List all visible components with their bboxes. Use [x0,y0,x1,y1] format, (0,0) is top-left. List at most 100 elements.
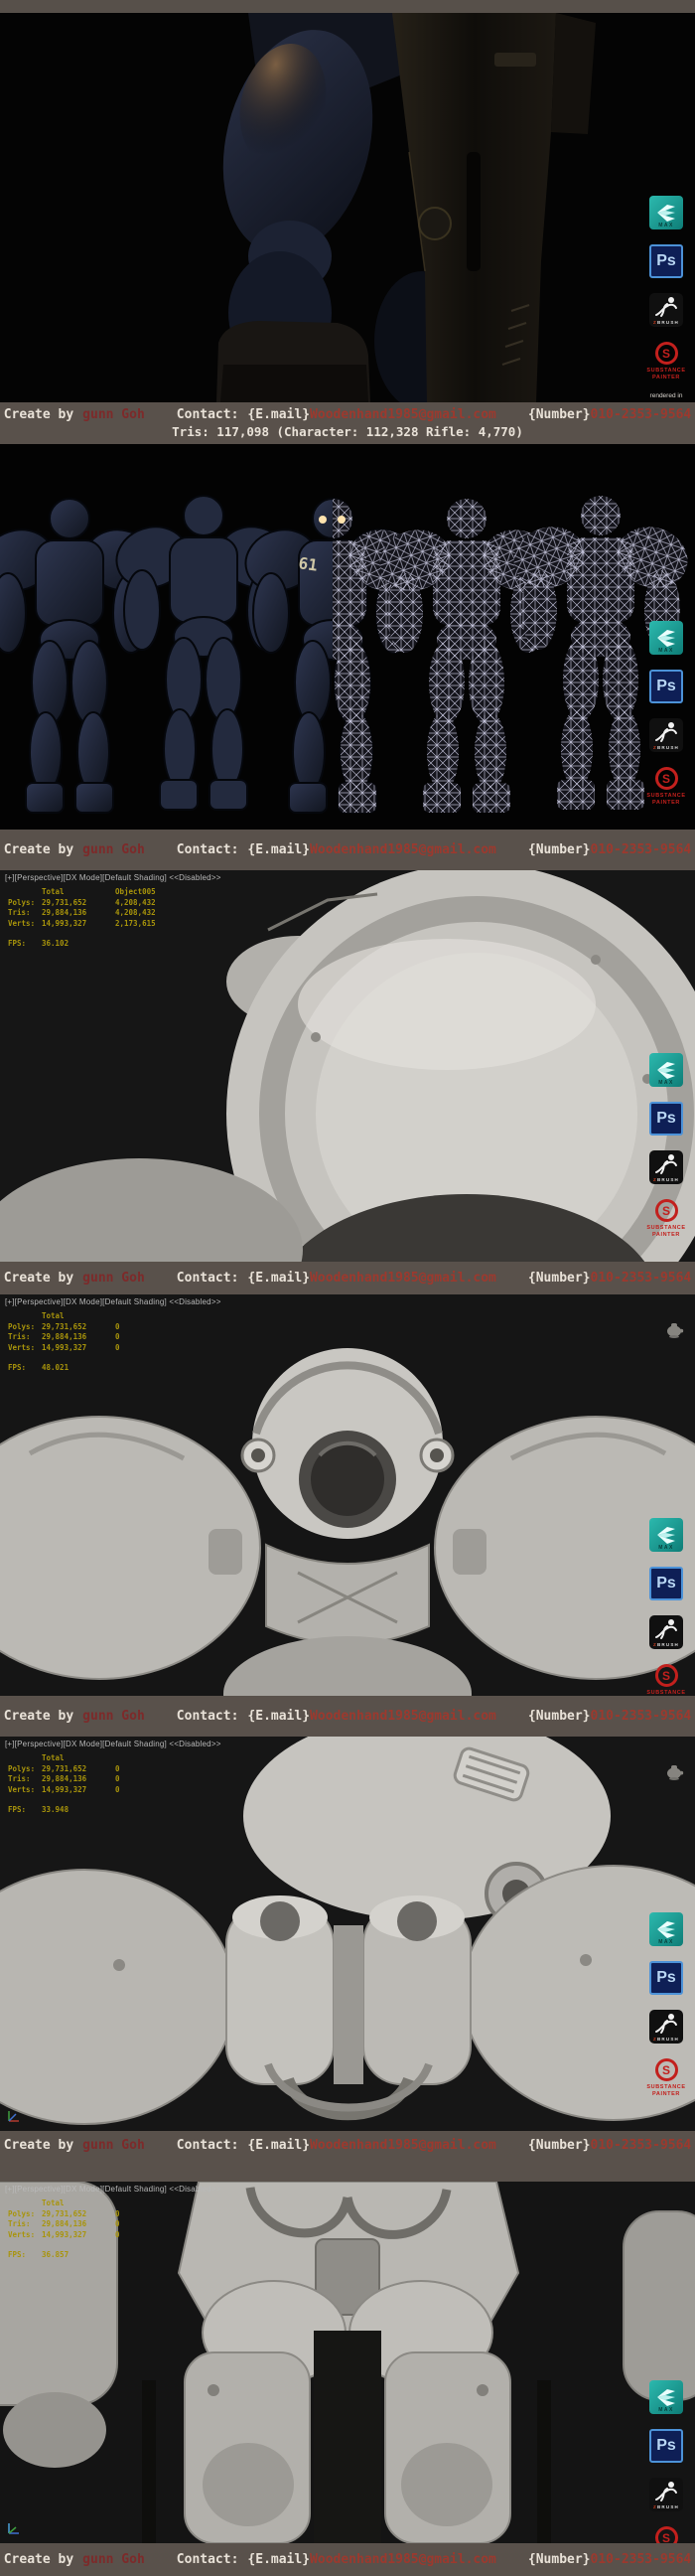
stats-col-total: Total [42,2198,115,2209]
3dsmax-icon: MAX [649,621,683,655]
substance-label: SUBSTANCE PAINTER [646,368,685,381]
substance-s-glyph: S [655,1199,678,1222]
fps-row: FPS: 33.948 [8,1805,120,1816]
number-tag: {Number} [528,2552,591,2568]
axis-gizmo [5,2519,23,2537]
photoshop-label: Ps [656,1110,676,1128]
contact-label: Contact: [177,1709,239,1725]
email-value: Woodenhand1985@gmail.com [310,1271,496,1287]
create-by-label: Create by [4,1271,73,1287]
substance-s-glyph: S [655,2526,678,2543]
substance-label: SUBSTANCE PAINTER [646,1690,685,1696]
credit-line: Create by gunn Goh Contact: {E.mail} Woo… [0,842,695,858]
zbrush-label: ZBRUSH [653,1177,679,1182]
zbrush-icon: ZBRUSH [649,2010,683,2044]
zbrush-figure-glyph [653,1617,679,1641]
zbrush-icon: ZBRUSH [649,1615,683,1649]
email-tag: {E.mail} [247,2138,310,2154]
credit-line: Create by gunn Goh Contact: {E.mail} Woo… [0,2138,695,2154]
email-value: Woodenhand1985@gmail.com [310,1709,496,1725]
zbrush-figure-glyph [653,720,679,744]
chest-number-decal: 61 [297,553,319,574]
marmoset-toolbag-icon: rendered in ☠ MARMOSET TOOLBAG 2 [646,392,686,402]
fps-row: FPS: 48.021 [8,1363,120,1374]
number-value: 010-2353-9564 [591,2552,692,2568]
zbrush-figure-glyph [653,295,679,319]
substance-s-glyph: S [655,342,678,365]
3dsmax-logo-glyph [655,2387,677,2407]
3dsmax-icon: MAX [649,1053,683,1087]
substance-painter-icon: S SUBSTANCE PAINTER [646,1199,685,1239]
contact-label: Contact: [177,407,239,423]
number-tag: {Number} [528,407,591,423]
create-by-label: Create by [4,1709,73,1725]
viewport-stats: Total Polys: 29,731,652 0 Tris: 29,884,1… [8,1753,120,1816]
email-tag: {E.mail} [247,1271,310,1287]
zbrush-icon: ZBRUSH [649,1150,683,1184]
viewport-label: [+][Perspective][DX Mode][Default Shadin… [5,1740,221,1748]
tris-row: Tris: 29,884,136 0 [8,2219,120,2230]
photoshop-icon: Ps [649,244,683,278]
photoshop-label: Ps [656,678,676,695]
polys-row: Polys: 29,731,652 0 [8,1764,120,1775]
3dsmax-label: MAX [649,1939,683,1945]
max-viewport-back-panel: [+][Perspective][DX Mode][Default Shadin… [0,1737,695,2131]
credit-line: Create by gunn Goh Contact: {E.mail} Woo… [0,1709,695,1725]
viewport-label: [+][Perspective][DX Mode][Default Shadin… [5,2185,221,2194]
viewport-stats: Total Polys: 29,731,652 0 Tris: 29,884,1… [8,1311,120,1374]
credit-line: Create by gunn Goh Contact: {E.mail} Woo… [0,1271,695,1287]
photoshop-icon: Ps [649,670,683,703]
3dsmax-label: MAX [649,648,683,654]
3dsmax-logo-glyph [655,628,677,648]
software-icon-column: MAX Ps ZBRUSH S SUBSTANCE PAINTER [644,196,688,402]
fps-row: FPS: 36.102 [8,939,156,950]
photoshop-icon: Ps [649,1567,683,1600]
stats-col-total: Total [42,1311,115,1322]
zbrush-icon: ZBRUSH [649,293,683,327]
substance-s-glyph: S [655,2058,678,2081]
tris-row: Tris: 29,884,136 4,208,432 [8,908,156,919]
zbrush-label: ZBRUSH [653,745,679,750]
photoshop-icon: Ps [649,2429,683,2463]
tris-row: Tris: 29,884,136 0 [8,1332,120,1343]
polys-row: Polys: 29,731,652 0 [8,2209,120,2220]
tris-count-line: Tris: 117,098 (Character: 112,328 Rifle:… [0,424,695,440]
email-value: Woodenhand1985@gmail.com [310,407,496,423]
author-name: gunn Goh [82,842,145,858]
turnaround-artwork: 61 [0,444,695,830]
email-tag: {E.mail} [247,407,310,423]
3dsmax-label: MAX [649,223,683,228]
3dsmax-logo-glyph [655,203,677,223]
number-value: 010-2353-9564 [591,842,692,858]
author-name: gunn Goh [82,1709,145,1725]
polys-row: Polys: 29,731,652 4,208,432 [8,898,156,909]
author-name: gunn Goh [82,2138,145,2154]
photoshop-label: Ps [656,1969,676,1987]
photoshop-label: Ps [656,2437,676,2455]
tris-row: Tris: 29,884,136 0 [8,1774,120,1785]
3dsmax-icon: MAX [649,2380,683,2414]
verts-row: Verts: 14,993,327 0 [8,1785,120,1796]
stats-col-selected: Object005 [115,887,156,898]
zbrush-label: ZBRUSH [653,320,679,325]
zbrush-icon: ZBRUSH [649,2478,683,2511]
max-viewport-front-panel: [+][Perspective][DX Mode][Default Shadin… [0,1294,695,1696]
email-value: Woodenhand1985@gmail.com [310,2552,496,2568]
zbrush-figure-glyph [653,2480,679,2503]
viewport-stats: Total Object005 Polys: 29,731,652 4,208,… [8,887,156,950]
substance-painter-icon: S SUBSTANCE PAINTER [646,2526,685,2543]
contact-label: Contact: [177,2552,239,2568]
stats-header-row: Total [8,2198,120,2209]
credit-banner: Create by gunn Goh Contact: {E.mail} Woo… [0,1262,695,1294]
number-value: 010-2353-9564 [591,1271,692,1287]
email-value: Woodenhand1985@gmail.com [310,2138,496,2154]
create-by-label: Create by [4,842,73,858]
credit-banner: Create by gunn Goh Contact: {E.mail} Woo… [0,830,695,870]
substance-label: SUBSTANCE PAINTER [646,793,685,807]
zbrush-figure-glyph [653,1152,679,1176]
number-value: 010-2353-9564 [591,1709,692,1725]
3dsmax-logo-glyph [655,1525,677,1545]
3dsmax-logo-glyph [655,1060,677,1080]
fps-row: FPS: 36.857 [8,2250,120,2261]
author-name: gunn Goh [82,2552,145,2568]
